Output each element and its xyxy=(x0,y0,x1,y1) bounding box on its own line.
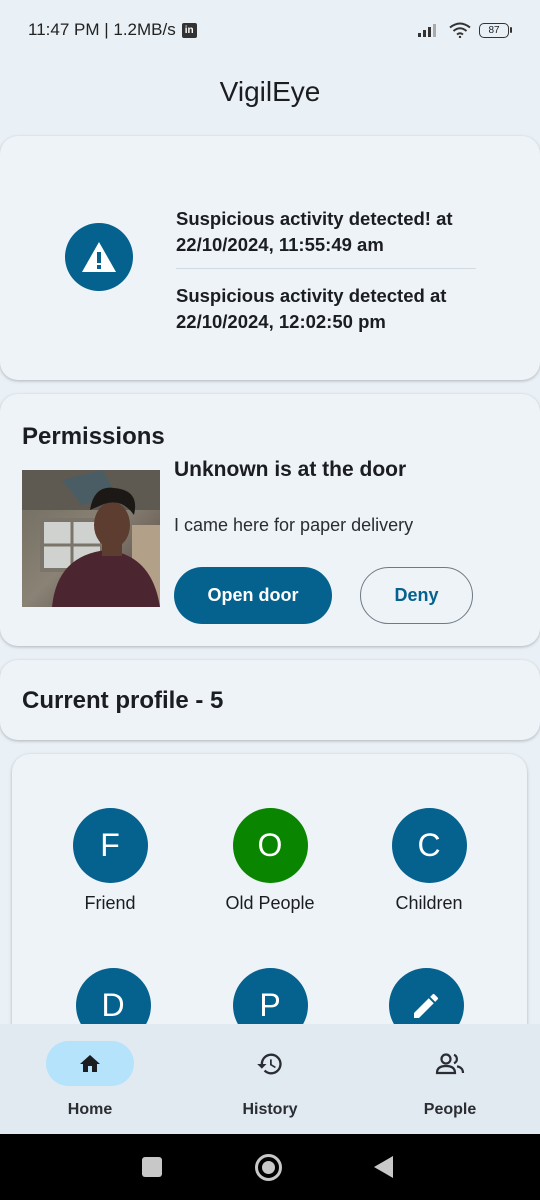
warning-icon xyxy=(65,223,133,291)
people-icon xyxy=(435,1052,465,1074)
profile-label: Old People xyxy=(225,893,315,913)
battery-level: 87 xyxy=(479,22,509,38)
home-icon xyxy=(80,1054,100,1072)
current-profile-heading: Current profile - 5 xyxy=(22,687,224,714)
profile-item-children[interactable]: C Children xyxy=(354,808,504,914)
profile-item-old-people[interactable]: O Old People xyxy=(195,808,345,914)
alert-item[interactable]: Suspicious activity detected! at 22/10/2… xyxy=(176,206,476,258)
status-bar: 11:47 PM | 1.2MB/s in 87 xyxy=(0,0,540,60)
profile-avatar: F xyxy=(72,808,148,883)
back-button[interactable] xyxy=(374,1156,393,1178)
bottom-navigation: Home History People xyxy=(0,1024,540,1134)
visitor-photo xyxy=(22,470,160,607)
permissions-title: Permissions xyxy=(22,423,165,450)
alert-item[interactable]: Suspicious activity detected at 22/10/20… xyxy=(176,268,476,335)
battery-icon: 87 xyxy=(479,22,512,38)
linkedin-icon: in xyxy=(181,22,197,38)
home-system-button[interactable] xyxy=(255,1154,282,1181)
app-bar: VigilEye xyxy=(0,60,540,124)
alert-list: Suspicious activity detected! at 22/10/2… xyxy=(176,206,476,335)
signal-icon xyxy=(418,24,436,37)
history-icon xyxy=(257,1053,282,1074)
profile-label: Friend xyxy=(84,893,136,913)
nav-people[interactable]: People xyxy=(360,1024,540,1134)
nav-home[interactable]: Home xyxy=(0,1024,180,1134)
profile-avatar: O xyxy=(232,808,308,883)
nav-label: Home xyxy=(67,1101,113,1118)
nav-active-indicator xyxy=(46,1041,134,1086)
wifi-icon xyxy=(449,22,471,38)
visitor-name: Unknown is at the door xyxy=(174,458,407,481)
nav-label: People xyxy=(423,1101,477,1118)
recents-button[interactable] xyxy=(142,1157,162,1177)
deny-button[interactable]: Deny xyxy=(360,567,473,624)
status-time-speed: 11:47 PM | 1.2MB/s xyxy=(28,20,176,39)
profile-avatar: C xyxy=(391,808,467,883)
open-door-button[interactable]: Open door xyxy=(174,567,332,624)
status-left: 11:47 PM | 1.2MB/s in xyxy=(28,20,197,40)
status-right: 87 xyxy=(417,22,512,38)
profile-item-friend[interactable]: F Friend xyxy=(35,808,185,914)
nav-history[interactable]: History xyxy=(180,1024,360,1134)
app-title: VigilEye xyxy=(219,76,321,107)
profile-label: Children xyxy=(395,893,463,913)
nav-label: History xyxy=(242,1101,298,1118)
visitor-message: I came here for paper delivery xyxy=(174,515,414,535)
